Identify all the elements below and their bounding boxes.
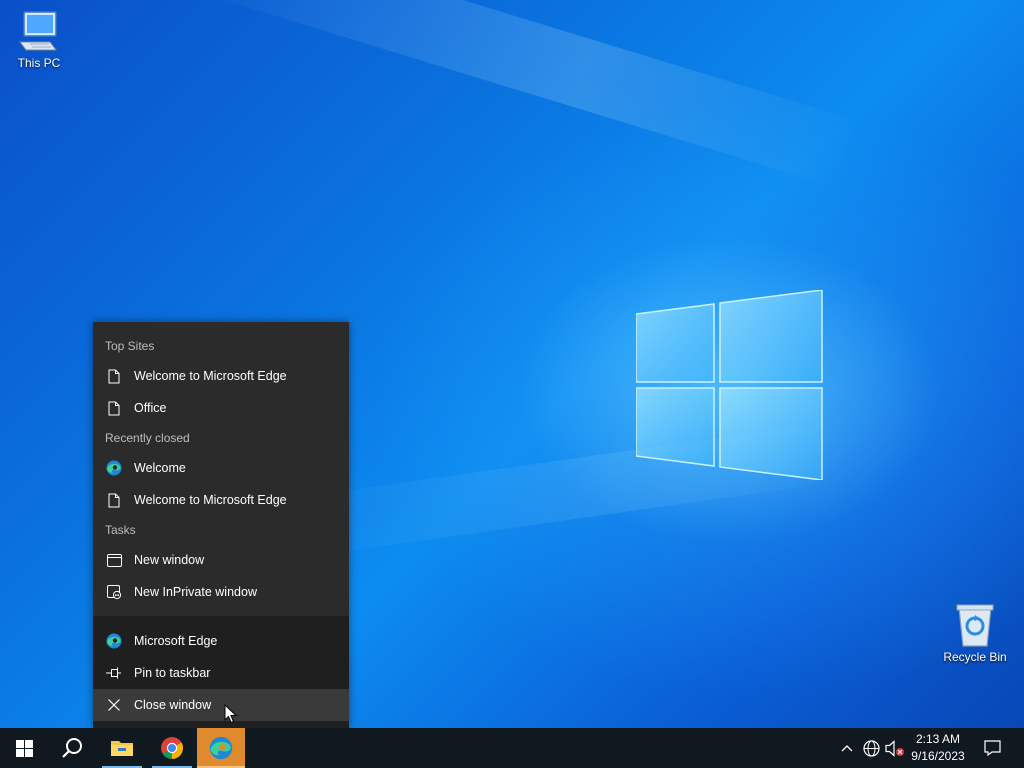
inprivate-icon	[106, 584, 122, 600]
app-label: Microsoft Edge	[134, 634, 218, 648]
edge-icon	[106, 460, 122, 476]
desktop-icon-this-pc[interactable]: This PC	[0, 10, 78, 70]
taskbar-chrome[interactable]	[148, 728, 196, 768]
section-header-recently-closed: Recently closed	[105, 431, 190, 445]
desktop-icon-label: This PC	[17, 56, 61, 70]
window-icon	[106, 552, 122, 568]
clock-time: 2:13 AM	[915, 732, 961, 746]
edge-icon	[209, 736, 233, 760]
task-label: New window	[134, 553, 205, 567]
app-microsoft-edge[interactable]: Microsoft Edge	[93, 625, 349, 657]
clock-date: 9/16/2023	[911, 749, 965, 763]
jump-item-office[interactable]: Office	[93, 392, 349, 424]
section-header-top-sites: Top Sites	[105, 339, 155, 353]
windows-logo	[636, 290, 823, 480]
taskbar: 2:13 AM 9/16/2023	[0, 728, 1024, 768]
jump-item-welcome-to-edge[interactable]: Welcome to Microsoft Edge	[93, 360, 349, 392]
desktop-icon-recycle-bin[interactable]: Recycle Bin	[936, 602, 1014, 664]
jump-item-label: Welcome to Microsoft Edge	[134, 493, 287, 507]
chrome-icon	[161, 737, 183, 759]
desktop-icon-label: Recycle Bin	[943, 650, 1007, 664]
recycle-bin-icon	[956, 604, 994, 647]
edge-jump-list: Top Sites Welcome to Microsoft Edge Offi…	[93, 322, 349, 728]
page-icon	[106, 492, 122, 508]
network-icon	[862, 739, 880, 757]
clock[interactable]: 2:13 AM 9/16/2023	[906, 728, 970, 768]
search-icon	[62, 738, 82, 758]
taskbar-file-explorer[interactable]	[98, 728, 146, 768]
jump-item-label: Welcome to Microsoft Edge	[134, 369, 287, 383]
pin-icon	[106, 665, 122, 681]
jump-list-app-section: Microsoft Edge Pin to taskbar Close wind…	[93, 616, 349, 728]
close-icon	[106, 697, 122, 713]
folder-icon	[111, 741, 133, 756]
volume-muted-icon	[885, 739, 904, 757]
task-new-inprivate-window[interactable]: New InPrivate window	[93, 576, 349, 608]
pin-to-taskbar[interactable]: Pin to taskbar	[93, 657, 349, 689]
page-icon	[106, 400, 122, 416]
close-window[interactable]: Close window	[93, 689, 349, 721]
jump-item-label: Office	[134, 401, 167, 415]
page-icon	[106, 368, 122, 384]
jump-item-label: Welcome	[134, 461, 186, 475]
search-button[interactable]	[48, 728, 96, 768]
start-button[interactable]	[0, 728, 48, 768]
action-center-button[interactable]	[978, 728, 1006, 768]
volume-button[interactable]	[884, 728, 906, 768]
mouse-cursor-icon	[224, 704, 238, 724]
chevron-up-icon	[841, 745, 853, 752]
light-beam	[170, 0, 861, 189]
network-button[interactable]	[860, 728, 882, 768]
jump-item-welcome-to-edge-closed[interactable]: Welcome to Microsoft Edge	[93, 484, 349, 516]
taskbar-edge[interactable]	[197, 728, 245, 768]
notification-icon	[983, 740, 1001, 756]
edge-icon	[106, 633, 122, 649]
show-hidden-icons-button[interactable]	[838, 728, 856, 768]
task-label: New InPrivate window	[134, 585, 257, 599]
section-header-tasks: Tasks	[105, 523, 136, 537]
pin-label: Pin to taskbar	[134, 666, 211, 680]
computer-icon	[19, 11, 57, 51]
task-new-window[interactable]: New window	[93, 544, 349, 576]
close-label: Close window	[134, 698, 212, 712]
jump-item-welcome[interactable]: Welcome	[93, 452, 349, 484]
windows-start-icon	[15, 739, 33, 757]
